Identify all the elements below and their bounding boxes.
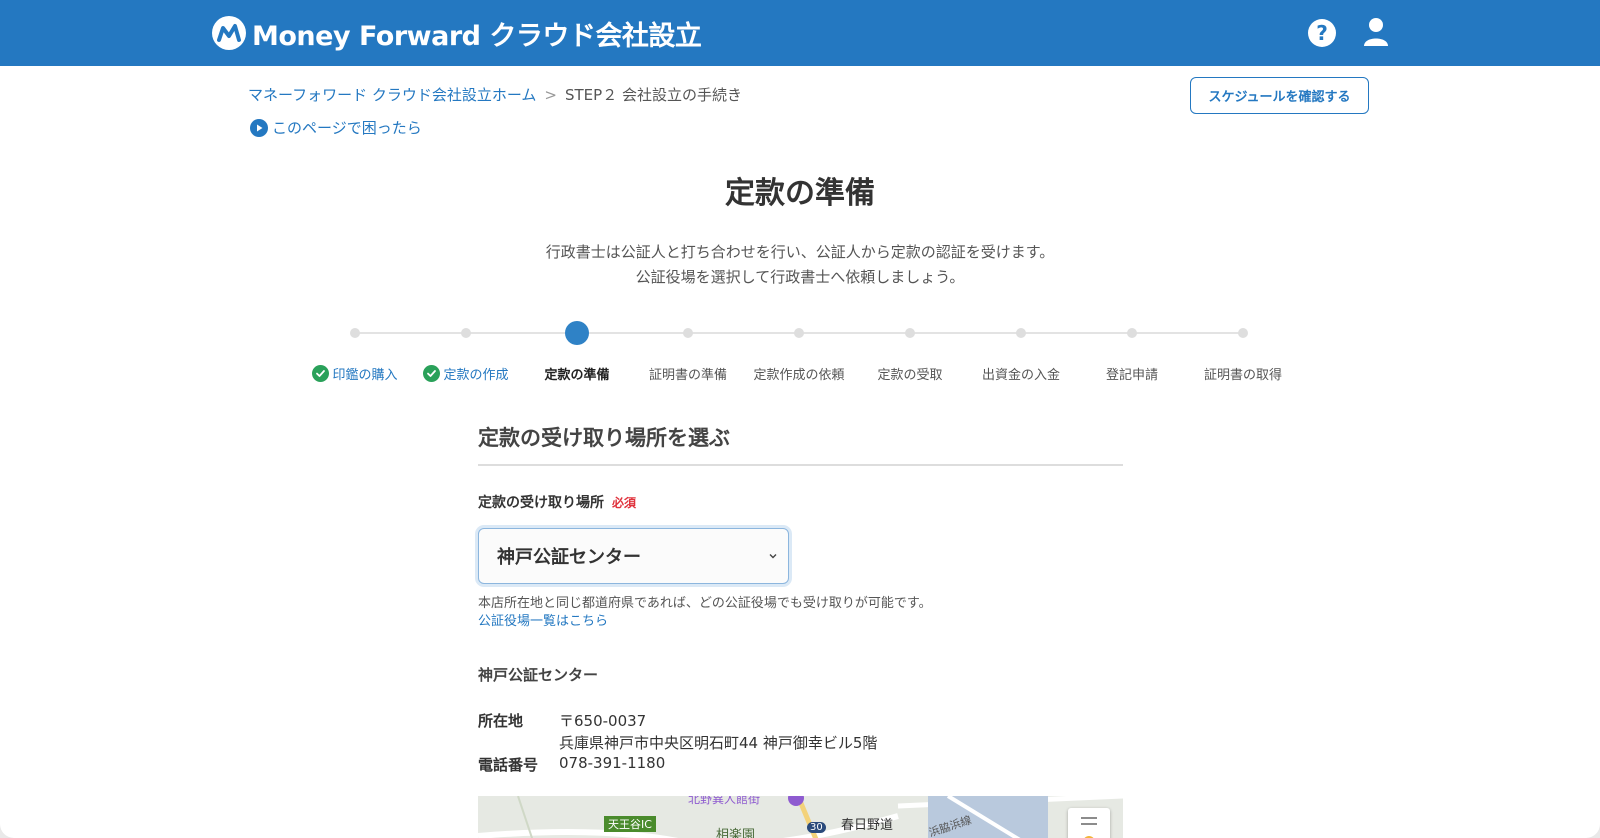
step-label: 証明書の準備 (628, 364, 748, 383)
logo-text: Money Forward クラウド会社設立 (252, 20, 702, 52)
pickup-location-label-text: 定款の受け取り場所 (478, 495, 604, 511)
postal-code: 〒650-0037 (559, 712, 647, 730)
step-dot (461, 328, 471, 338)
notary-office-selected-value: 神戸公証センター (497, 547, 641, 568)
office-map[interactable]: 北野異人館街 天王谷IC 相楽園 30 春日野道 浜脇浜線 (478, 796, 1123, 838)
notary-office-list-link[interactable]: 公証役場一覧はこちら (478, 610, 608, 629)
help-page-link[interactable]: このページで困ったら (250, 117, 422, 138)
step-label: 定款の準備 (517, 364, 637, 383)
map-label-kasuganomichi: 春日野道 (841, 818, 894, 833)
address-label: 所在地 (478, 712, 524, 730)
step-dot (350, 328, 360, 338)
map-route-badge: 30 (807, 822, 826, 833)
step-7: 出資金の入金 (961, 318, 1081, 383)
progress-stepper: 印鑑の購入 定款の作成 定款の準備 証明書の準備 定款作成の依頼 定款の受取 出資金の入金 登… (300, 318, 1300, 388)
step-label: 印鑑の購入 (295, 364, 415, 383)
section-title: 定款の受け取り場所を選ぶ (478, 426, 730, 450)
step-label: 定款作成の依頼 (739, 364, 859, 383)
step-label: 定款の受取 (850, 364, 970, 383)
step-label-text: 定款の作成 (443, 368, 509, 383)
notary-office-select[interactable]: 神戸公証センター (478, 528, 789, 584)
map-street-view-control[interactable] (1068, 808, 1110, 838)
schedule-button[interactable]: スケジュールを確認する (1190, 77, 1369, 114)
play-icon (250, 118, 268, 137)
breadcrumb-separator: > (544, 86, 557, 104)
step-dot (1016, 328, 1026, 338)
step-label-text: 登記申請 (1105, 368, 1158, 383)
logo[interactable]: Money Forward クラウド会社設立 (212, 15, 702, 52)
required-badge: 必須 (612, 495, 637, 510)
phone-value: 078-391-1180 (559, 754, 666, 772)
phone-label: 電話番号 (478, 756, 539, 774)
check-icon (312, 365, 330, 382)
breadcrumb: マネーフォワード クラウド会社設立ホーム > STEP２ 会社設立の手続き (248, 84, 742, 105)
step-label: 登記申請 (1072, 364, 1192, 383)
step-4: 証明書の準備 (628, 318, 748, 383)
step-label: 出資金の入金 (961, 364, 1081, 383)
lead-line-1: 行政書士は公証人と打ち合わせを行い、公証人から定款の認証を受けます。 (545, 243, 1055, 261)
step-label-text: 証明書の取得 (1203, 368, 1282, 383)
step-5: 定款作成の依頼 (739, 318, 859, 383)
step-label-text: 証明書の準備 (648, 368, 727, 383)
breadcrumb-home-link[interactable]: マネーフォワード クラウド会社設立ホーム (248, 86, 536, 104)
step-label: 定款の作成 (406, 364, 526, 383)
app-window: Money Forward クラウド会社設立 ? マネーフォワード クラウド会社… (0, 0, 1600, 838)
step-8: 登記申請 (1072, 318, 1192, 383)
office-name: 神戸公証センター (478, 666, 599, 684)
user-icon[interactable] (1362, 17, 1390, 47)
chevron-down-icon (769, 554, 777, 559)
step-9: 証明書の取得 (1183, 318, 1303, 383)
help-page-link-label: このページで困ったら (272, 119, 422, 137)
step-dot (1238, 328, 1248, 338)
map-label-sorakuen: 相楽園 (716, 828, 756, 838)
step-2[interactable]: 定款の作成 (406, 318, 526, 383)
lead-text: 行政書士は公証人と打ち合わせを行い、公証人から定款の認証を受けます。 公証役場を… (0, 240, 1600, 290)
help-icon[interactable]: ? (1308, 19, 1336, 47)
money-forward-logo-icon (212, 16, 246, 50)
step-dot (683, 328, 693, 338)
pickup-location-label: 定款の受け取り場所 必須 (478, 492, 636, 512)
pickup-hint: 本店所在地と同じ都道府県であれば、どの公証役場でも受け取りが可能です。 (478, 596, 932, 611)
step-dot (1127, 328, 1137, 338)
map-roads (478, 796, 1123, 838)
map-label-ic: 天王谷IC (604, 816, 656, 832)
pegman-icon (1081, 817, 1097, 838)
top-header: Money Forward クラウド会社設立 ? (0, 0, 1600, 66)
step-6: 定款の受取 (850, 318, 970, 383)
step-label-text: 定款の準備 (544, 368, 610, 383)
step-label-text: 印鑑の購入 (332, 368, 398, 383)
section-divider (478, 464, 1123, 466)
step-label-text: 定款作成の依頼 (753, 368, 845, 383)
step-label-text: 定款の受取 (877, 368, 943, 383)
address-value: 兵庫県神戸市中央区明石町44 神戸御幸ビル5階 (559, 734, 878, 752)
page-title: 定款の準備 (725, 176, 875, 211)
step-1[interactable]: 印鑑の購入 (295, 318, 415, 383)
step-dot-active (565, 321, 589, 345)
step-label-text: 出資金の入金 (981, 368, 1060, 383)
map-label-top: 北野異人館街 (688, 796, 761, 806)
step-3: 定款の準備 (517, 318, 637, 383)
step-dot (794, 328, 804, 338)
step-dot (905, 328, 915, 338)
step-label: 証明書の取得 (1183, 364, 1303, 383)
lead-line-2: 公証役場を選択して行政書士へ依頼しましょう。 (635, 268, 965, 286)
check-icon (423, 365, 441, 382)
breadcrumb-current: STEP２ 会社設立の手続き (565, 86, 742, 104)
